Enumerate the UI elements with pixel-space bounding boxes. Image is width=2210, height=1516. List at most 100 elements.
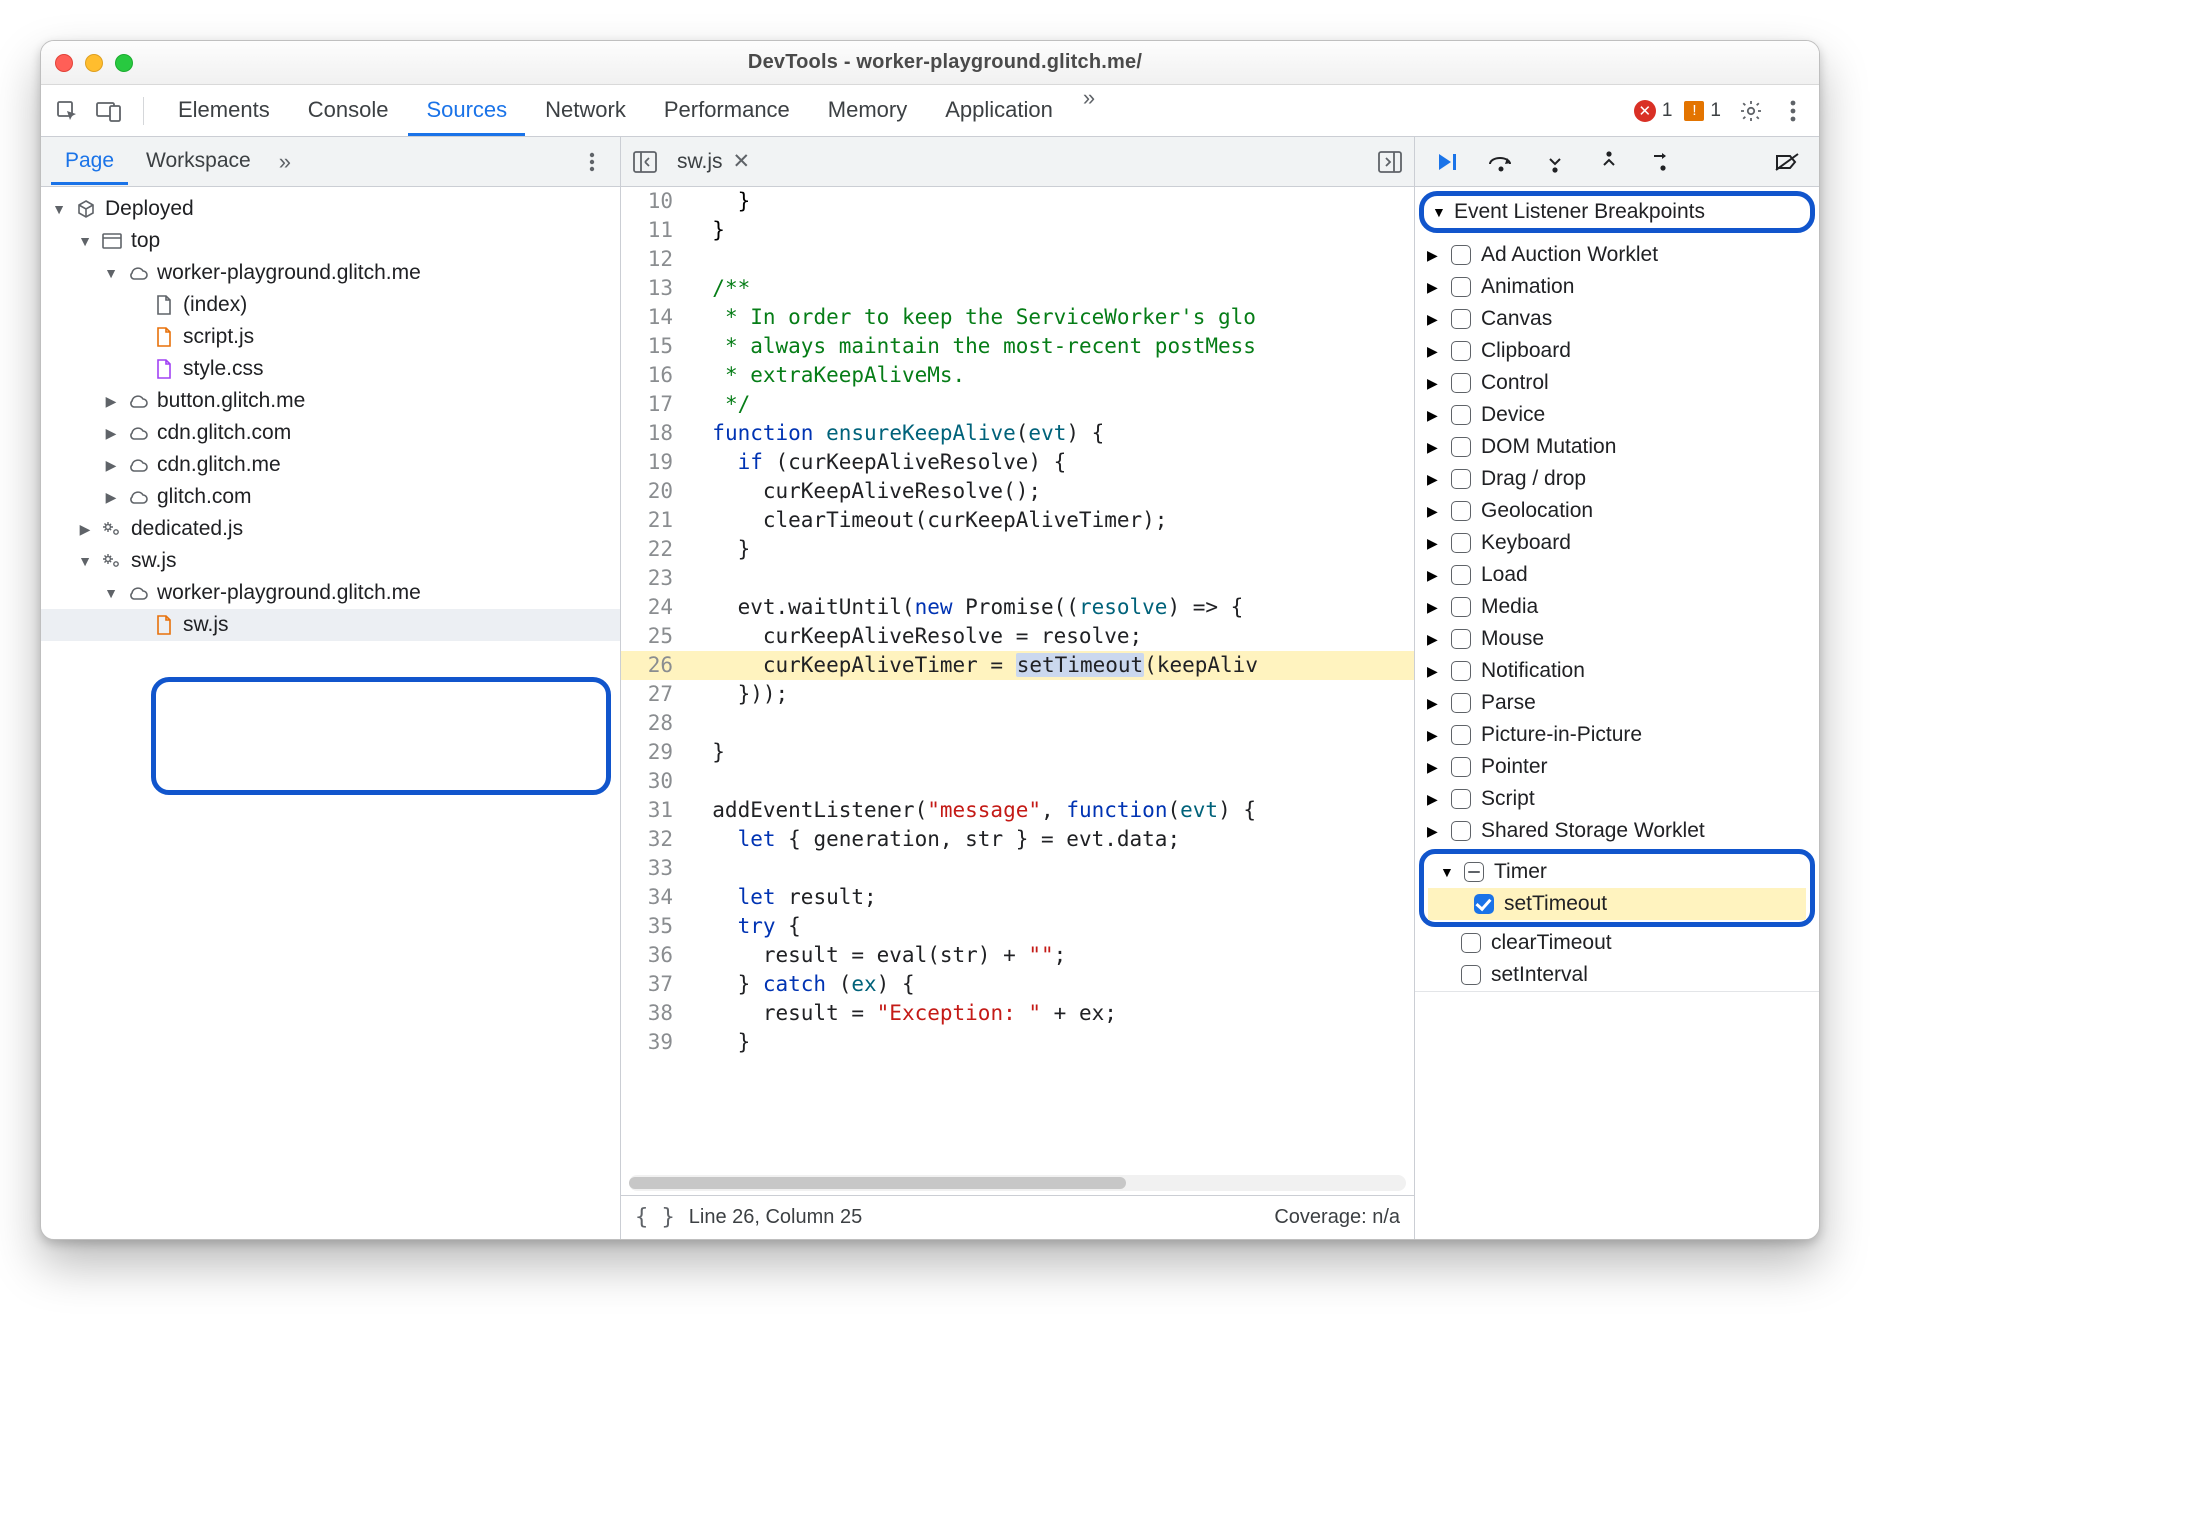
line-number[interactable]: 12 [621, 245, 687, 274]
bp-category[interactable]: ▶Drag / drop [1415, 463, 1819, 495]
code-line[interactable]: 10 } [621, 187, 1414, 216]
checkbox[interactable] [1451, 565, 1471, 585]
tree-dedicated[interactable]: ▶dedicated.js [41, 513, 620, 545]
pretty-print-icon[interactable]: { } [635, 1205, 675, 1230]
tree-top[interactable]: ▼top [41, 225, 620, 257]
minimize-icon[interactable] [85, 54, 103, 72]
checkbox[interactable] [1451, 725, 1471, 745]
checkbox[interactable] [1451, 661, 1471, 681]
bp-category[interactable]: ▶Ad Auction Worklet [1415, 239, 1819, 271]
tree-deployed[interactable]: ▼Deployed [41, 193, 620, 225]
code-line[interactable]: 18 function ensureKeepAlive(evt) { [621, 419, 1414, 448]
tab-sources[interactable]: Sources [408, 85, 525, 136]
checkbox[interactable] [1461, 965, 1481, 985]
line-number[interactable]: 17 [621, 390, 687, 419]
code-line[interactable]: 25 curKeepAliveResolve = resolve; [621, 622, 1414, 651]
bp-category[interactable]: ▶DOM Mutation [1415, 431, 1819, 463]
bp-category[interactable]: ▶Picture-in-Picture [1415, 719, 1819, 751]
checkbox[interactable] [1451, 245, 1471, 265]
checkbox-checked[interactable] [1474, 894, 1494, 914]
step-into-icon[interactable] [1537, 144, 1573, 180]
bp-category[interactable]: ▶Mouse [1415, 623, 1819, 655]
line-number[interactable]: 15 [621, 332, 687, 361]
device-toolbar-icon[interactable] [91, 93, 127, 129]
tree-stylecss[interactable]: style.css [41, 353, 620, 385]
line-number[interactable]: 21 [621, 506, 687, 535]
code-line[interactable]: 32 let { generation, str } = evt.data; [621, 825, 1414, 854]
line-number[interactable]: 33 [621, 854, 687, 883]
line-number[interactable]: 30 [621, 767, 687, 796]
line-number[interactable]: 24 [621, 593, 687, 622]
checkbox[interactable] [1451, 373, 1471, 393]
inspect-icon[interactable] [49, 93, 85, 129]
line-number[interactable]: 19 [621, 448, 687, 477]
tab-console[interactable]: Console [290, 85, 407, 136]
code-line[interactable]: 26 curKeepAliveTimer = setTimeout(keepAl… [621, 651, 1414, 680]
show-debugger-icon[interactable] [1372, 144, 1408, 180]
file-tree[interactable]: ▼Deployed ▼top ▼worker-playground.glitch… [41, 187, 620, 1239]
bp-category[interactable]: ▶Geolocation [1415, 495, 1819, 527]
checkbox[interactable] [1451, 405, 1471, 425]
nav-kebab-icon[interactable] [574, 144, 610, 180]
line-number[interactable]: 39 [621, 1028, 687, 1057]
tab-memory[interactable]: Memory [810, 85, 925, 136]
bp-category[interactable]: ▶Script [1415, 783, 1819, 815]
nav-tab-more[interactable]: » [269, 149, 301, 175]
tree-cdn1[interactable]: ▶cdn.glitch.com [41, 417, 620, 449]
checkbox-mixed[interactable] [1464, 862, 1484, 882]
errors-badge[interactable]: ✕ 1 [1634, 100, 1673, 122]
bp-category[interactable]: ▶Media [1415, 591, 1819, 623]
bp-category[interactable]: ▶Pointer [1415, 751, 1819, 783]
line-number[interactable]: 28 [621, 709, 687, 738]
bp-clear-timeout[interactable]: clearTimeout [1415, 927, 1819, 959]
line-number[interactable]: 29 [621, 738, 687, 767]
checkbox[interactable] [1451, 821, 1471, 841]
code-line[interactable]: 28 [621, 709, 1414, 738]
checkbox[interactable] [1451, 693, 1471, 713]
checkbox[interactable] [1451, 597, 1471, 617]
checkbox[interactable] [1451, 277, 1471, 297]
tree-sw-file[interactable]: sw.js [41, 609, 620, 641]
nav-tab-workspace[interactable]: Workspace [132, 138, 265, 185]
code-line[interactable]: 12 [621, 245, 1414, 274]
bp-cat-timer[interactable]: ▼ Timer [1428, 856, 1806, 888]
tree-glitch[interactable]: ▶glitch.com [41, 481, 620, 513]
horizontal-scrollbar[interactable] [629, 1175, 1406, 1191]
tab-performance[interactable]: Performance [646, 85, 808, 136]
line-number[interactable]: 25 [621, 622, 687, 651]
code-line[interactable]: 15 * always maintain the most-recent pos… [621, 332, 1414, 361]
close-tab-icon[interactable]: ✕ [733, 149, 751, 174]
bp-category[interactable]: ▶Keyboard [1415, 527, 1819, 559]
code-line[interactable]: 37 } catch (ex) { [621, 970, 1414, 999]
code-line[interactable]: 31 addEventListener("message", function(… [621, 796, 1414, 825]
tab-network[interactable]: Network [527, 85, 644, 136]
bp-category[interactable]: ▶Device [1415, 399, 1819, 431]
bp-category[interactable]: ▶Animation [1415, 271, 1819, 303]
line-number[interactable]: 14 [621, 303, 687, 332]
code-line[interactable]: 36 result = eval(str) + ""; [621, 941, 1414, 970]
checkbox[interactable] [1451, 789, 1471, 809]
code-line[interactable]: 35 try { [621, 912, 1414, 941]
line-number[interactable]: 10 [621, 187, 687, 216]
checkbox[interactable] [1451, 437, 1471, 457]
checkbox[interactable] [1451, 533, 1471, 553]
code-line[interactable]: 14 * In order to keep the ServiceWorker'… [621, 303, 1414, 332]
show-navigator-icon[interactable] [627, 144, 663, 180]
line-number[interactable]: 36 [621, 941, 687, 970]
line-number[interactable]: 16 [621, 361, 687, 390]
line-number[interactable]: 18 [621, 419, 687, 448]
bp-category[interactable]: ▶Parse [1415, 687, 1819, 719]
zoom-icon[interactable] [115, 54, 133, 72]
tree-sw-domain[interactable]: ▼worker-playground.glitch.me [41, 577, 620, 609]
code-line[interactable]: 24 evt.waitUntil(new Promise((resolve) =… [621, 593, 1414, 622]
tree-cdn2[interactable]: ▶cdn.glitch.me [41, 449, 620, 481]
line-number[interactable]: 26 [621, 651, 687, 680]
scrollbar-thumb[interactable] [629, 1177, 1126, 1189]
code-line[interactable]: 38 result = "Exception: " + ex; [621, 999, 1414, 1028]
line-number[interactable]: 35 [621, 912, 687, 941]
bp-category[interactable]: ▶Canvas [1415, 303, 1819, 335]
line-number[interactable]: 20 [621, 477, 687, 506]
checkbox[interactable] [1451, 757, 1471, 777]
code-line[interactable]: 30 [621, 767, 1414, 796]
line-number[interactable]: 13 [621, 274, 687, 303]
